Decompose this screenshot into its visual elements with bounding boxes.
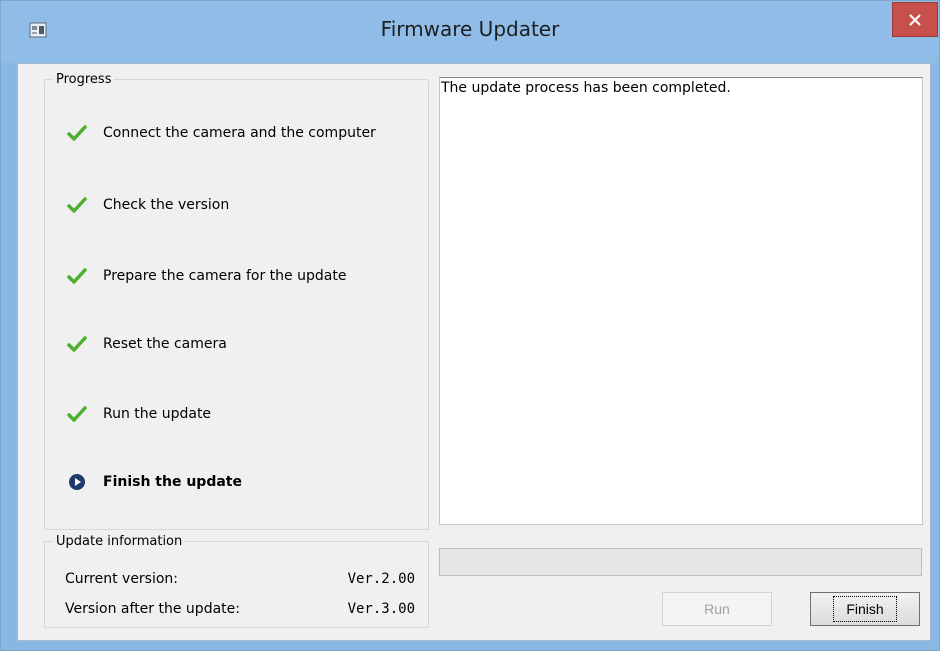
- checkmark-icon: [65, 264, 89, 288]
- progress-group: Progress Connect the camera and the comp…: [44, 72, 429, 530]
- step-label: Check the version: [103, 197, 230, 213]
- log-text: The update process has been completed.: [441, 80, 731, 96]
- step-label: Finish the update: [103, 474, 242, 490]
- step-label: Connect the camera and the computer: [103, 125, 376, 141]
- finish-button[interactable]: Finish: [810, 592, 920, 626]
- finish-button-label: Finish: [833, 596, 897, 622]
- progress-legend: Progress: [56, 72, 112, 87]
- step-connect: Connect the camera and the computer: [65, 121, 376, 145]
- update-info-group: Update information Current version: Ver.…: [44, 534, 429, 628]
- step-run-update: Run the update: [65, 402, 211, 426]
- step-reset-camera: Reset the camera: [65, 332, 227, 356]
- checkmark-icon: [65, 332, 89, 356]
- checkmark-icon: [65, 193, 89, 217]
- step-finish-update: Finish the update: [65, 470, 242, 494]
- step-label: Run the update: [103, 406, 212, 422]
- update-info-legend: Update information: [56, 534, 183, 549]
- close-button[interactable]: [892, 2, 938, 37]
- firmware-updater-window: Firmware Updater Progress Connect the ca…: [0, 0, 940, 651]
- current-version-value: Ver.2.00: [347, 571, 415, 587]
- title-bar[interactable]: Firmware Updater: [1, 1, 939, 63]
- checkmark-icon: [65, 402, 89, 426]
- run-button-label: Run: [704, 601, 730, 617]
- step-label: Prepare the camera for the update: [103, 268, 347, 284]
- new-version-label: Version after the update:: [65, 601, 240, 617]
- new-version-row: Version after the update: Ver.3.00: [65, 601, 415, 617]
- current-version-row: Current version: Ver.2.00: [65, 571, 415, 587]
- progress-bar: [439, 548, 922, 576]
- run-button[interactable]: Run: [662, 592, 772, 626]
- client-area: Progress Connect the camera and the comp…: [17, 63, 931, 641]
- close-icon: [909, 13, 921, 26]
- step-check-version: Check the version: [65, 193, 229, 217]
- window-title: Firmware Updater: [380, 17, 560, 41]
- step-prepare-camera: Prepare the camera for the update: [65, 264, 346, 288]
- log-textbox[interactable]: The update process has been completed.: [439, 77, 923, 525]
- play-circle-icon: [65, 470, 89, 494]
- step-label: Reset the camera: [103, 336, 227, 352]
- checkmark-icon: [65, 121, 89, 145]
- current-version-label: Current version:: [65, 571, 179, 587]
- new-version-value: Ver.3.00: [347, 601, 415, 617]
